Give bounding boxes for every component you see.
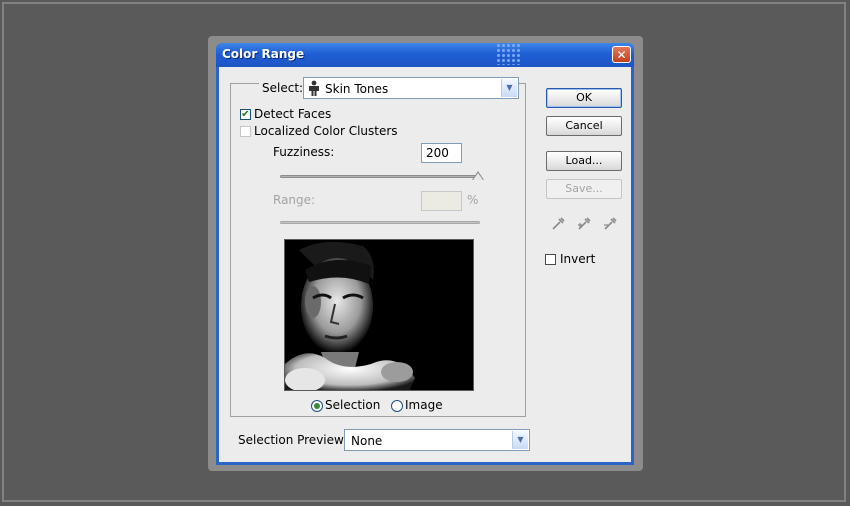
title-bar-texture bbox=[496, 43, 522, 65]
image-radio-label: Image bbox=[405, 398, 443, 412]
checkmark-icon: ✔ bbox=[241, 109, 250, 120]
title-bar[interactable]: Color Range ✕ bbox=[216, 43, 634, 67]
load-button[interactable]: Load... bbox=[546, 151, 622, 171]
localized-color-clusters-checkbox[interactable] bbox=[240, 126, 251, 137]
range-label: Range: bbox=[273, 193, 316, 207]
invert-checkbox[interactable] bbox=[545, 254, 556, 265]
selection-preview-dropdown[interactable]: None ▼ bbox=[344, 429, 530, 451]
selection-radio[interactable] bbox=[311, 400, 323, 412]
range-unit: % bbox=[467, 193, 479, 207]
chevron-down-icon[interactable]: ▼ bbox=[501, 79, 517, 97]
range-slider[interactable] bbox=[280, 221, 480, 224]
selection-preview-value: None bbox=[351, 434, 383, 448]
fuzziness-slider[interactable] bbox=[280, 175, 480, 178]
invert-label: Invert bbox=[560, 252, 596, 266]
localized-color-clusters-label: Localized Color Clusters bbox=[254, 124, 398, 138]
eyedropper-plus-icon[interactable] bbox=[575, 216, 593, 234]
range-input[interactable] bbox=[421, 191, 462, 211]
detect-faces-label: Detect Faces bbox=[254, 107, 332, 121]
fuzziness-label: Fuzziness: bbox=[273, 145, 335, 159]
dialog-body: Select: Skin Tones ▼ ✔ Detect Faces Loca… bbox=[219, 67, 631, 462]
cancel-button[interactable]: Cancel bbox=[546, 116, 622, 136]
color-range-dialog: Color Range ✕ Select: Skin Tones ▼ ✔ Det… bbox=[216, 43, 634, 465]
selection-preview-label: Selection Preview: bbox=[238, 433, 348, 447]
fuzziness-value: 200 bbox=[426, 146, 449, 160]
dialog-title: Color Range bbox=[222, 47, 305, 61]
person-icon bbox=[308, 80, 320, 99]
close-icon: ✕ bbox=[616, 48, 627, 62]
ok-button[interactable]: OK bbox=[546, 88, 622, 108]
select-label: Select: bbox=[259, 81, 307, 95]
selection-preview-image bbox=[284, 239, 474, 391]
eyedropper-icon[interactable] bbox=[549, 216, 567, 234]
image-radio[interactable] bbox=[391, 400, 403, 412]
selection-radio-label: Selection bbox=[325, 398, 381, 412]
fuzziness-input[interactable]: 200 bbox=[421, 143, 462, 163]
close-button[interactable]: ✕ bbox=[612, 46, 631, 63]
chevron-down-icon[interactable]: ▼ bbox=[512, 431, 528, 449]
face-mask-image bbox=[285, 240, 473, 390]
eyedropper-minus-icon[interactable] bbox=[601, 216, 619, 234]
fuzziness-slider-thumb[interactable] bbox=[472, 171, 484, 180]
select-value: Skin Tones bbox=[325, 82, 389, 96]
save-button[interactable]: Save... bbox=[546, 179, 622, 199]
detect-faces-checkbox[interactable]: ✔ bbox=[240, 109, 251, 120]
select-dropdown[interactable]: Skin Tones ▼ bbox=[303, 77, 519, 99]
